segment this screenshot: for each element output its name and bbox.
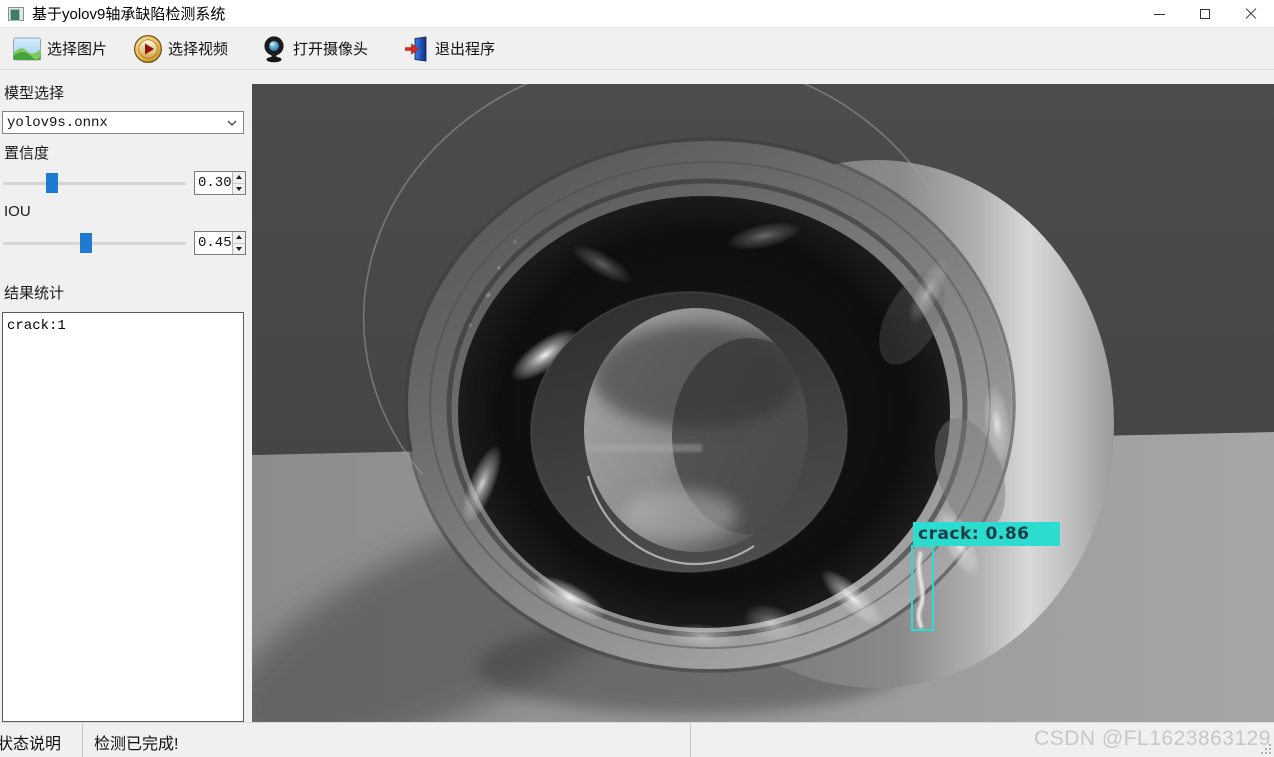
- content: 模型选择 yolov9s.onnx 置信度 0.30 IOU 0.45 结果统计…: [0, 70, 1274, 722]
- status-message: 检测已完成!: [94, 736, 179, 753]
- maximize-button[interactable]: [1182, 0, 1228, 28]
- iou-spin-buttons: [231, 232, 245, 254]
- confidence-slider-track[interactable]: [3, 182, 186, 185]
- confidence-slider-handle[interactable]: [46, 173, 58, 193]
- open-camera-label: 打开摄像头: [293, 41, 369, 58]
- exit-door-icon: [402, 35, 430, 63]
- minimize-button[interactable]: [1136, 0, 1182, 28]
- app-icon: [8, 6, 24, 21]
- results-textarea[interactable]: crack:1: [2, 312, 244, 722]
- image-icon: [12, 35, 42, 63]
- confidence-slider[interactable]: [2, 171, 186, 195]
- confidence-spin-buttons: [231, 172, 245, 194]
- confidence-spinbox[interactable]: 0.30: [194, 171, 246, 195]
- detection-label: crack: 0.86: [913, 522, 1060, 546]
- bearing-scene: [252, 84, 1274, 722]
- iou-spinbox[interactable]: 0.45: [194, 231, 246, 255]
- play-icon: [133, 34, 163, 64]
- confidence-spin-down[interactable]: [232, 183, 245, 194]
- select-image-button[interactable]: 选择图片: [6, 31, 113, 67]
- confidence-label: 置信度: [4, 145, 50, 162]
- confidence-row: 0.30: [2, 171, 246, 195]
- spin-up-icon: [235, 235, 242, 240]
- watermark-text: CSDN @FL1623863129: [1034, 727, 1271, 750]
- results-label: 结果统计: [4, 285, 65, 302]
- status-label: 状态说明: [0, 736, 62, 753]
- app-window: 基于yolov9轴承缺陷检测系统 选择图片 选择视频 打开摄像头 退出程序 模型…: [0, 0, 1274, 757]
- window-title: 基于yolov9轴承缺陷检测系统: [32, 6, 226, 23]
- webcam-icon: [260, 35, 288, 63]
- detection-image: crack: 0.86: [252, 84, 1274, 722]
- model-select-label: 模型选择: [4, 85, 65, 102]
- model-select-dropdown[interactable]: yolov9s.onnx: [2, 111, 244, 134]
- status-separator: [82, 723, 83, 757]
- open-camera-button[interactable]: 打开摄像头: [254, 31, 374, 67]
- iou-spin-down[interactable]: [232, 243, 245, 254]
- exit-program-label: 退出程序: [435, 41, 496, 58]
- iou-slider[interactable]: [2, 231, 186, 255]
- confidence-spin-up[interactable]: [232, 172, 245, 184]
- statusbar: 状态说明 检测已完成! CSDN @FL1623863129: [0, 722, 1274, 757]
- iou-slider-handle[interactable]: [80, 233, 92, 253]
- spin-down-icon: [235, 246, 242, 251]
- spin-down-icon: [235, 186, 242, 191]
- chevron-down-icon: [227, 120, 237, 126]
- select-video-button[interactable]: 选择视频: [127, 31, 234, 67]
- window-controls: [1136, 0, 1274, 28]
- confidence-value: 0.30: [198, 175, 232, 191]
- iou-slider-track[interactable]: [3, 242, 186, 245]
- status-separator: [690, 723, 691, 757]
- minimize-icon: [1153, 13, 1165, 15]
- model-select-value: yolov9s.onnx: [7, 114, 108, 131]
- toolbar: 选择图片 选择视频 打开摄像头 退出程序: [0, 28, 1274, 70]
- titlebar: 基于yolov9轴承缺陷检测系统: [0, 0, 1274, 28]
- maximize-icon: [1200, 9, 1210, 19]
- exit-program-button[interactable]: 退出程序: [396, 31, 501, 67]
- spin-up-icon: [235, 175, 242, 180]
- detection-bounding-box: [911, 545, 934, 631]
- sidebar: 模型选择 yolov9s.onnx 置信度 0.30 IOU 0.45 结果统计…: [0, 70, 252, 722]
- iou-value: 0.45: [198, 235, 232, 251]
- resize-grip[interactable]: [1259, 742, 1272, 755]
- iou-row: 0.45: [2, 231, 246, 255]
- iou-label: IOU: [4, 203, 31, 220]
- iou-spin-up[interactable]: [232, 232, 245, 244]
- select-video-label: 选择视频: [168, 41, 229, 58]
- select-image-label: 选择图片: [47, 41, 108, 58]
- close-button[interactable]: [1228, 0, 1274, 28]
- close-icon: [1245, 8, 1257, 20]
